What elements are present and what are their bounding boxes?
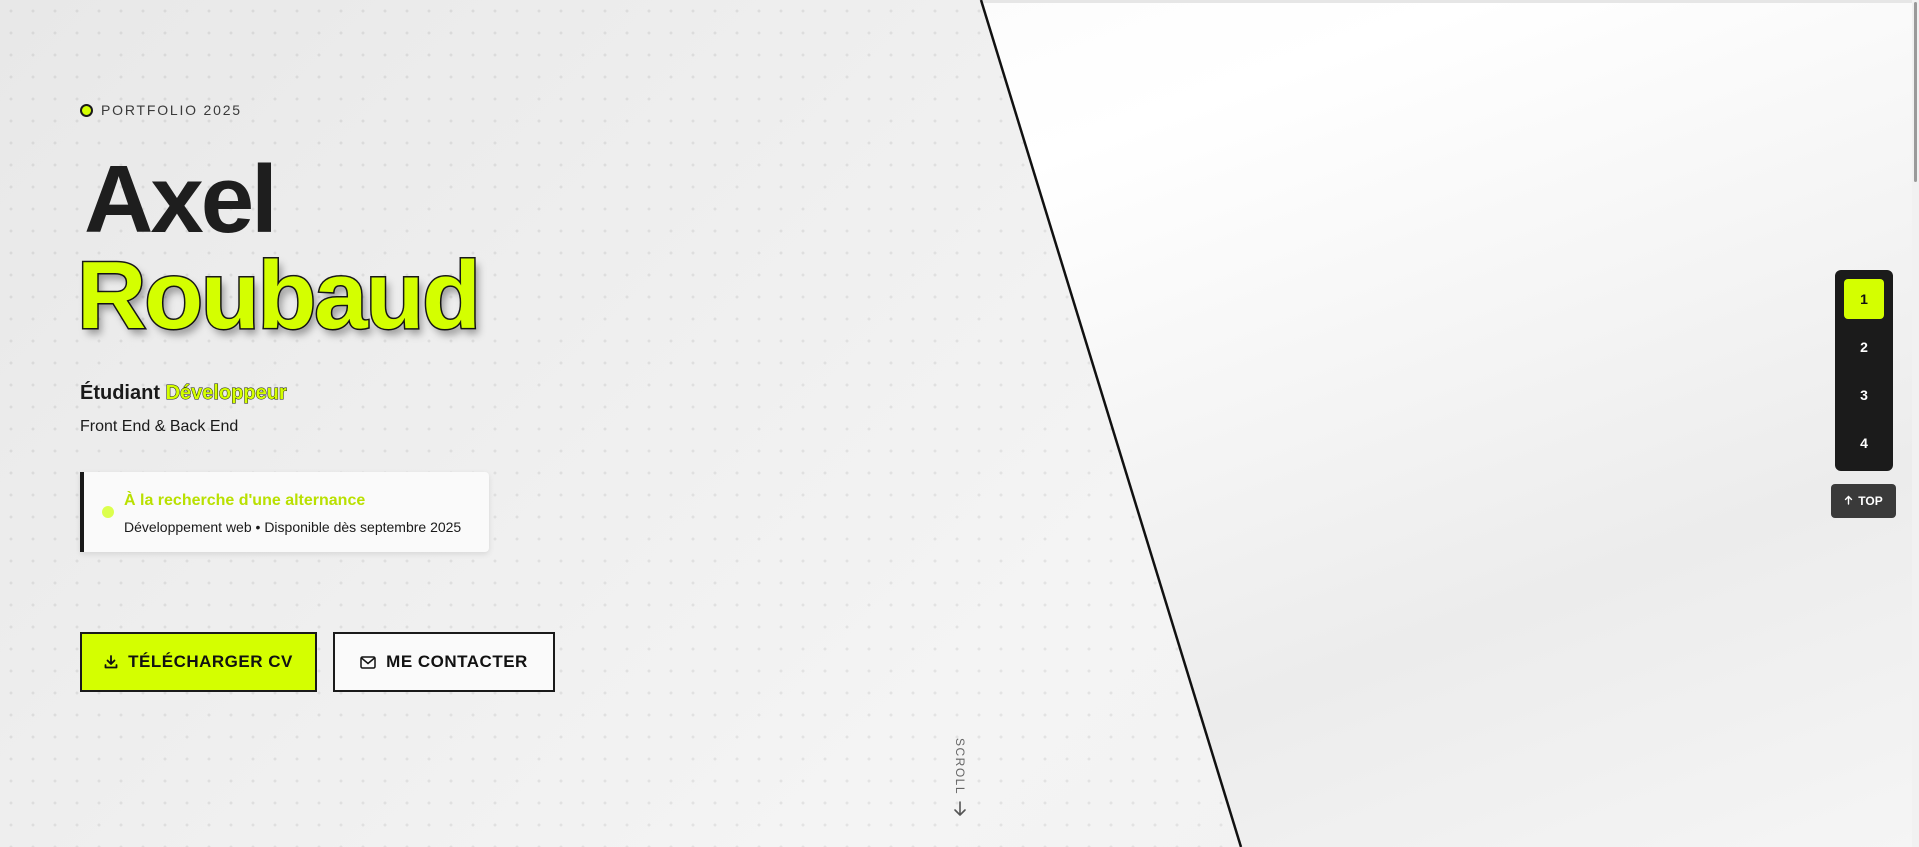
stack-line: Front End & Back End	[80, 418, 239, 435]
status-title: À la recherche d'une alternance	[124, 492, 366, 509]
nav-item-1[interactable]: 1	[1844, 279, 1884, 319]
role-prefix: Étudiant	[80, 382, 160, 404]
arrow-down-icon	[948, 801, 972, 822]
eyebrow: PORTFOLIO 2025	[80, 102, 242, 118]
nav-item-3[interactable]: 3	[1844, 375, 1884, 415]
back-to-top-button[interactable]: TOP	[1831, 484, 1896, 518]
page-scrollbar[interactable]	[1912, 0, 1919, 847]
contact-label: ME CONTACTER	[386, 652, 528, 671]
scrollbar-thumb[interactable]	[1914, 2, 1917, 182]
top-label: TOP	[1858, 494, 1883, 508]
mail-icon	[360, 655, 376, 669]
hero-section: PORTFOLIO 2025 Axel Roubaud Étudiant Dév…	[0, 0, 1919, 847]
arrow-up-icon	[1844, 494, 1853, 508]
eyebrow-dot	[80, 103, 93, 117]
scroll-hint[interactable]: SCROLL	[948, 738, 972, 822]
scroll-label: SCROLL	[953, 738, 967, 796]
first-name: Axel	[84, 146, 278, 253]
diagonal-divider	[979, 0, 1243, 847]
last-name: Roubaud	[76, 242, 483, 349]
role-accent: Développeur	[165, 382, 287, 405]
download-cv-label: TÉLÉCHARGER CV	[128, 652, 293, 671]
download-cv-button[interactable]: TÉLÉCHARGER CV	[80, 632, 317, 692]
status-dot	[102, 506, 114, 518]
nav-item-2[interactable]: 2	[1844, 327, 1884, 367]
status-card: À la recherche d'une alternance Développ…	[80, 472, 489, 552]
status-subtitle: Développement web • Disponible dès septe…	[124, 519, 462, 535]
section-nav: 1 2 3 4	[1835, 270, 1893, 471]
nav-item-4[interactable]: 4	[1844, 423, 1884, 463]
download-icon	[104, 655, 118, 669]
eyebrow-text: PORTFOLIO 2025	[101, 102, 242, 118]
role-line: Étudiant Développeur	[80, 382, 287, 405]
contact-button[interactable]: ME CONTACTER	[333, 632, 555, 692]
